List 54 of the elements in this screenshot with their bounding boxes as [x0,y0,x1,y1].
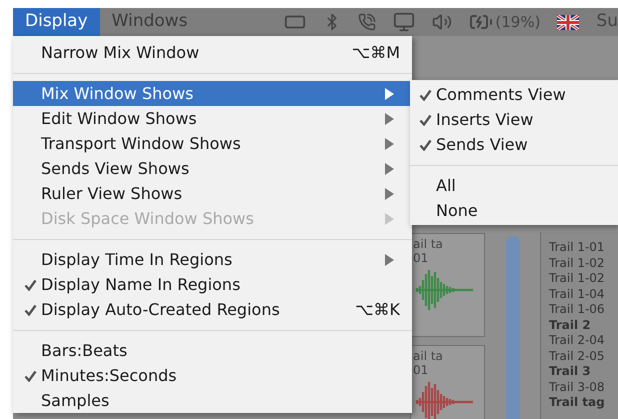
submenu-arrow-icon [384,88,394,100]
menu-bar-item[interactable]: Display [13,8,100,36]
submenu-item[interactable]: Inserts View [410,107,618,132]
submenu-item[interactable]: Comments View [410,82,618,107]
monitor-icon[interactable] [393,11,416,33]
region-name: ail ta [413,237,444,251]
menu-item[interactable]: Display Auto-Created Regions ⌥⌘K [13,297,412,322]
track-name: Trail 1-01 [549,240,606,256]
track-name: Trail 2-05 [549,348,606,364]
track-name: Trail 2 [549,318,592,333]
phone-icon[interactable] [358,13,376,31]
track-name: Trail 1-06 [549,302,606,318]
menu-item[interactable]: Minutes:Seconds [13,363,412,388]
shortcut-text: ⌥⌘K [355,298,400,320]
menu-item[interactable]: Transport Window Shows [13,131,412,156]
checkmark-icon [418,88,432,100]
menu-item[interactable]: Edit Window Shows [13,106,412,131]
menu-item[interactable]: Bars:Beats [13,338,412,363]
submenu-item[interactable]: All [410,173,618,198]
track-name: Trail 1-02 [549,256,606,271]
region-name: ail ta [413,349,444,363]
submenu-item[interactable]: None [410,198,618,223]
track-name: Trail 1-04 [549,286,606,302]
checkmark-icon [24,278,36,290]
submenu-arrow-icon [384,212,394,224]
submenu-arrow-icon [384,138,394,150]
menu-item[interactable]: Narrow Mix Window ⌥⌘M [13,40,412,65]
volume-icon[interactable] [432,12,452,32]
checkmark-icon [418,138,432,150]
menu-item[interactable]: Display Time In Regions [13,247,412,272]
menu-item[interactable]: Sends View Shows [13,156,412,181]
flag-icon[interactable] [557,14,580,30]
menu-item[interactable]: Samples [13,388,412,413]
region-number: 01 [413,251,430,265]
submenu-arrow-icon [384,162,394,174]
checkmark-icon [24,304,36,316]
checkmark-icon [24,370,36,382]
region-number: 01 [413,363,430,377]
checkmark-icon [418,114,432,126]
track-name: Trail 3-08 [549,380,606,395]
track-name: Trail 2-04 [549,333,606,348]
menu-item[interactable]: Mix Window Shows [13,81,412,106]
track-name: Trail 1-02 [549,271,606,286]
track-name: Trail tag [549,395,606,410]
menu-item[interactable]: Ruler View Shows [13,181,412,206]
submenu-arrow-icon [384,188,394,200]
battery-percent: (19%) [495,12,540,33]
clock-text: Su [596,10,618,34]
submenu-item[interactable]: Sends View [410,132,618,157]
track-name: Trail 3 [549,364,592,380]
shortcut-text: ⌥⌘M [352,42,400,64]
submenu-arrow-icon [384,112,394,124]
submenu-arrow-icon [384,254,394,266]
menu-item[interactable]: Display Name In Regions [13,272,412,297]
